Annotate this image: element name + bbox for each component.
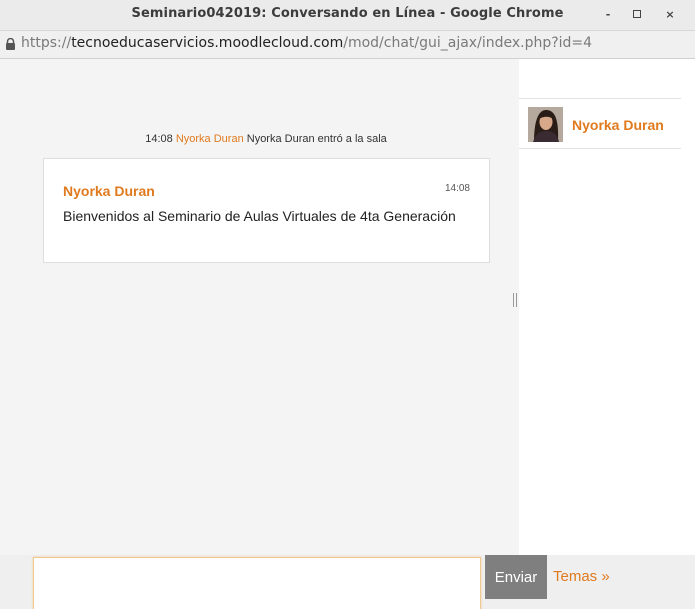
system-message-user[interactable]: Nyorka Duran [176,133,244,145]
user-list-item[interactable]: Nyorka Duran [519,98,681,149]
send-button[interactable]: Enviar [485,555,547,599]
avatar[interactable] [528,107,563,142]
system-message-text: Nyorka Duran entró a la sala [246,133,387,145]
url-scheme: https:// [21,35,72,51]
url-path: /mod/chat/gui_ajax/index.php?id=4 [343,35,593,51]
message-text: Bienvenidos al Seminario de Aulas Virtua… [63,208,456,224]
minimize-button[interactable]: - [599,6,617,24]
maximize-button[interactable] [628,6,646,24]
chat-message: Nyorka Duran 14:08 Bienvenidos al Semina… [43,158,490,263]
message-input[interactable] [33,557,481,609]
minimize-icon: - [605,8,611,21]
system-message: 14:08 Nyorka Duran Nyorka Duran entró a … [0,133,532,145]
close-icon: × [665,8,675,21]
browser-window: Seminario042019: Conversando en Línea - … [0,0,695,609]
close-button[interactable]: × [661,6,679,24]
url-host: tecnoeducaservicios.moodlecloud.com [71,35,344,51]
maximize-icon [633,10,641,18]
user-avatar-icon [528,107,563,142]
address-bar[interactable]: https://tecnoeducaservicios.moodlecloud.… [0,31,695,59]
user-name[interactable]: Nyorka Duran [572,117,664,133]
lock-icon [6,38,15,50]
message-compose-bar: Enviar Temas » [0,555,695,609]
splitter-grip-icon[interactable] [513,293,517,307]
title-bar: Seminario042019: Conversando en Línea - … [0,0,695,31]
window-title: Seminario042019: Conversando en Línea - … [131,6,564,21]
message-time: 14:08 [444,183,470,194]
chat-messages-area: 14:08 Nyorka Duran Nyorka Duran entró a … [0,59,513,555]
users-panel: Nyorka Duran [519,59,695,555]
url-text[interactable]: https://tecnoeducaservicios.moodlecloud.… [21,35,592,51]
system-message-time: 14:08 [145,133,173,145]
themes-link[interactable]: Temas » [553,568,610,585]
message-author: Nyorka Duran [63,183,155,199]
